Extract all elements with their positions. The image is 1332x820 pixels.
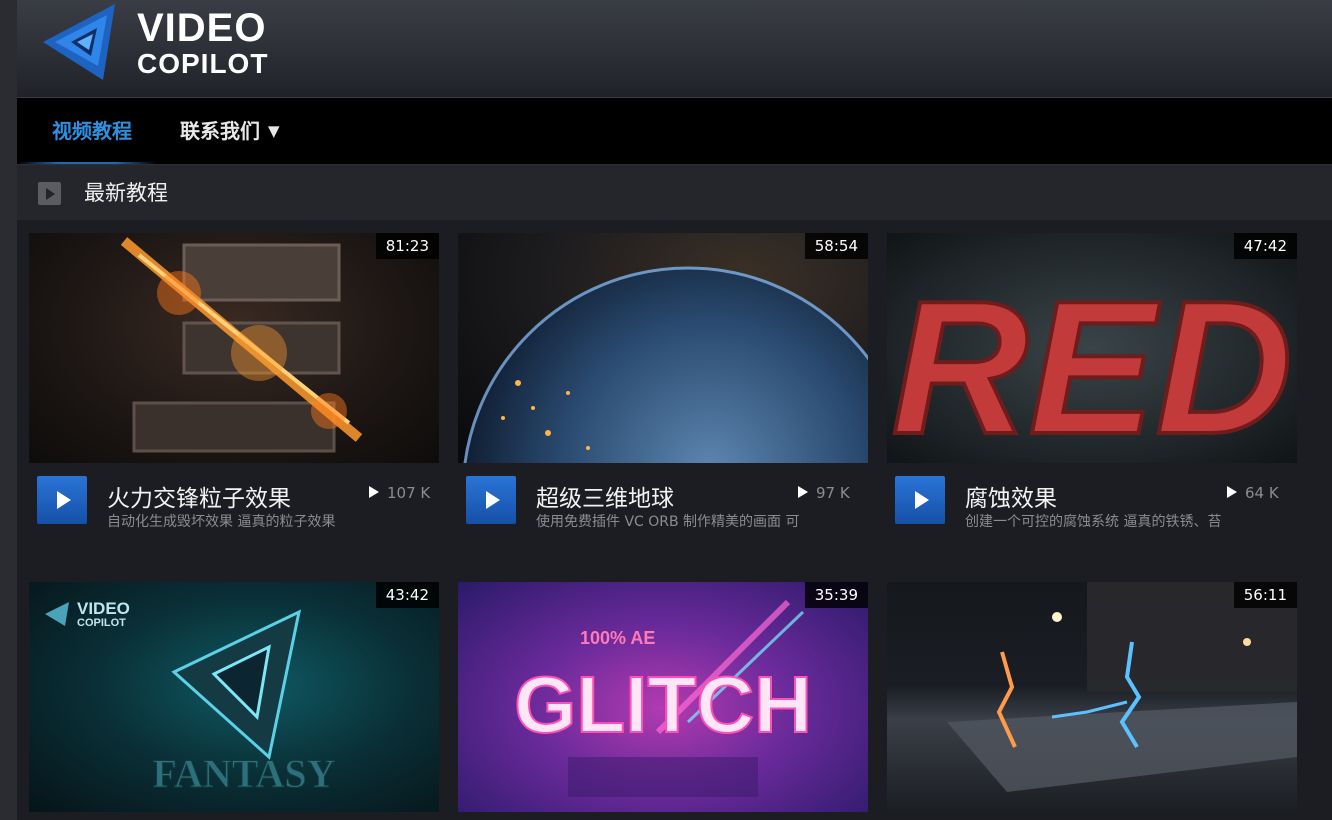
thumbnail-art-fantasy: VIDEO COPILOT FANTASY xyxy=(45,599,336,797)
logo-line-1: VIDEO xyxy=(137,6,267,50)
view-count-value: 64 K xyxy=(1245,484,1279,502)
duration-badge: 56:11 xyxy=(1233,582,1297,608)
video-thumbnail[interactable]: 100% AE GLITCH 35:39 xyxy=(458,582,868,812)
duration-badge: 58:54 xyxy=(804,233,868,259)
play-button[interactable] xyxy=(895,476,945,524)
site-header: VIDEO COPILOT xyxy=(17,0,1332,98)
thumbnail-art-lightning xyxy=(947,582,1297,792)
nav-item-contact-dropdown[interactable]: 联系我们 ▼ xyxy=(180,98,280,164)
thumbnail-art-brand-2: COPILOT xyxy=(77,617,126,629)
video-thumbnail[interactable]: 81:23 xyxy=(29,233,439,463)
thumbnail-art-brand-1: VIDEO xyxy=(77,599,130,618)
thumbnail-art-text: RED xyxy=(891,262,1292,463)
video-thumbnail[interactable]: 58:54 xyxy=(458,233,868,463)
video-thumbnail[interactable]: VIDEO COPILOT FANTASY 43:42 xyxy=(29,582,439,812)
view-count: 107 K xyxy=(369,484,430,502)
play-button[interactable] xyxy=(466,476,516,524)
nav-item-label: 视频教程 xyxy=(52,119,132,143)
video-copilot-logo-icon xyxy=(43,4,115,80)
logo-wordmark: VIDEO COPILOT xyxy=(137,8,268,78)
video-description: 使用免费插件 VC ORB 制作精美的画面 可 xyxy=(536,514,800,530)
thumbnail-art-glitch: 100% AE GLITCH xyxy=(513,599,813,797)
logo-line-2: COPILOT xyxy=(137,48,269,79)
caret-down-icon: ▼ xyxy=(268,122,280,140)
thumbnail-art-text: FANTASY xyxy=(153,751,336,796)
video-thumbnail[interactable]: 56:11 xyxy=(887,582,1297,812)
play-triangle-icon xyxy=(798,486,808,498)
view-count-value: 107 K xyxy=(387,484,431,502)
thumbnail-art-earth xyxy=(463,266,868,463)
nav-item-video-tutorials[interactable]: 视频教程 xyxy=(17,98,157,164)
play-square-icon xyxy=(38,182,61,205)
main-nav: 视频教程 联系我们 ▼ xyxy=(17,98,1332,164)
thumbnail-art-text: GLITCH xyxy=(514,660,812,749)
thumbnail-art-fire xyxy=(120,237,363,453)
play-button[interactable] xyxy=(37,476,87,524)
duration-badge: 47:42 xyxy=(1233,233,1297,259)
play-triangle-icon xyxy=(369,486,379,498)
duration-badge: 81:23 xyxy=(375,233,439,259)
video-title[interactable]: 超级三维地球 xyxy=(536,479,674,513)
thumbnail-art-subtitle: 100% AE xyxy=(580,628,655,648)
video-description: 自动化生成毁坏效果 逼真的粒子效果 xyxy=(107,514,336,530)
play-triangle-icon xyxy=(1227,486,1237,498)
view-count: 97 K xyxy=(798,484,850,502)
duration-badge: 43:42 xyxy=(375,582,439,608)
video-thumbnail[interactable]: RED 47:42 xyxy=(887,233,1297,463)
thumbnail-art-red: RED xyxy=(889,260,1294,463)
nav-item-label: 联系我们 xyxy=(180,119,260,143)
video-description: 创建一个可控的腐蚀系统 逼真的铁锈、苔 xyxy=(965,514,1222,530)
video-title[interactable]: 火力交锋粒子效果 xyxy=(107,479,291,513)
view-count: 64 K xyxy=(1227,484,1279,502)
section-title: 最新教程 xyxy=(84,181,168,205)
view-count-value: 97 K xyxy=(816,484,850,502)
page: VIDEO COPILOT 视频教程 联系我们 ▼ 最新教程 81:23 火力交… xyxy=(17,0,1332,820)
site-logo[interactable]: VIDEO COPILOT xyxy=(41,2,321,86)
section-header: 最新教程 xyxy=(17,164,1332,220)
video-title[interactable]: 腐蚀效果 xyxy=(965,479,1057,513)
duration-badge: 35:39 xyxy=(804,582,868,608)
left-gutter xyxy=(0,0,17,820)
